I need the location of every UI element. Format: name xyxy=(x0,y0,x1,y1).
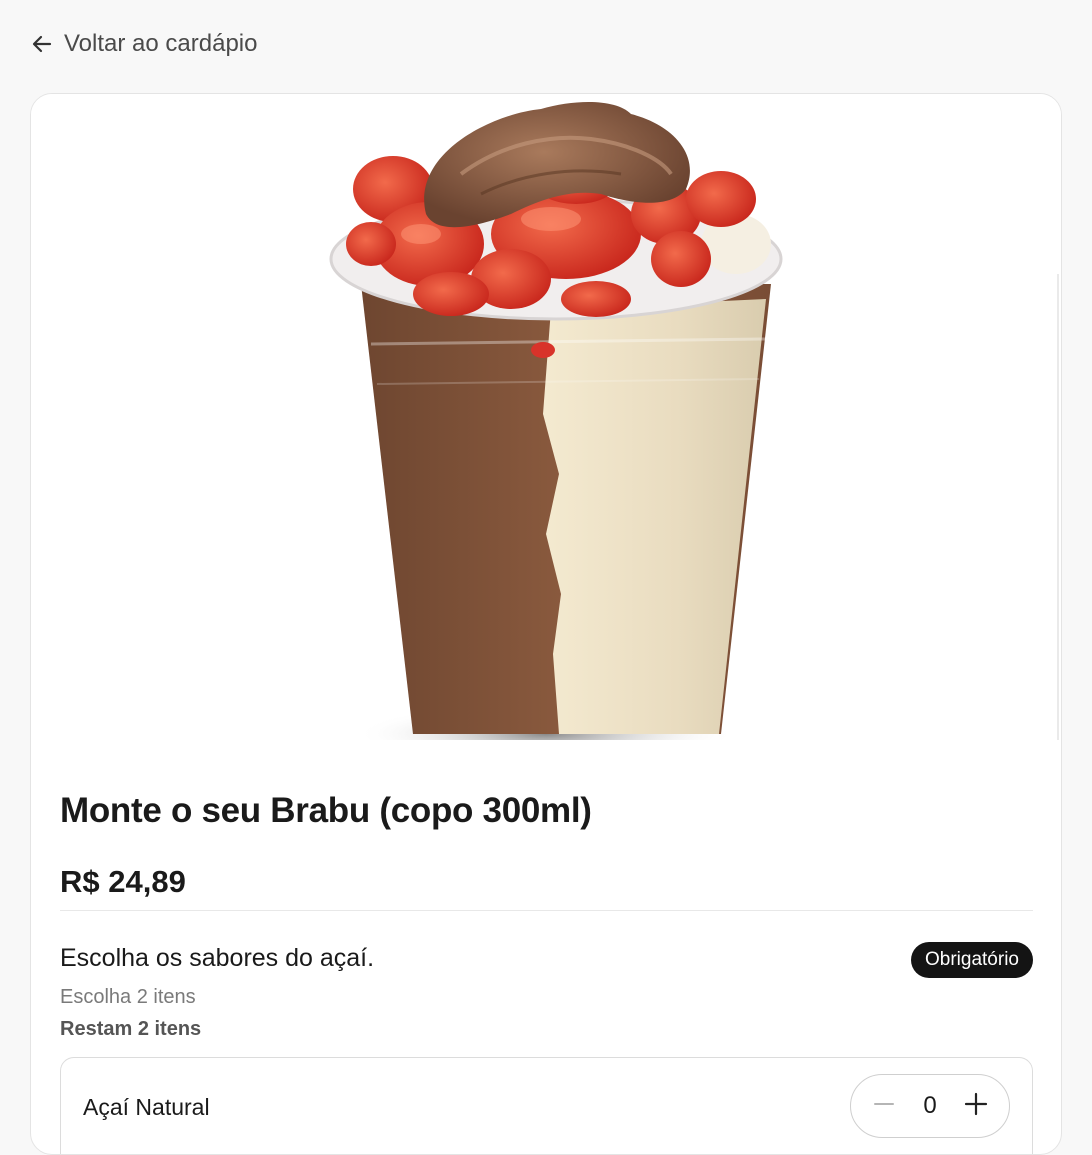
options-group-hint: Escolha 2 itens xyxy=(60,986,196,1008)
product-image xyxy=(31,94,1061,740)
minus-icon xyxy=(873,1093,895,1120)
quantity-value: 0 xyxy=(923,1092,937,1119)
product-title: Monte o seu Brabu (copo 300ml) xyxy=(60,791,592,830)
divider xyxy=(60,910,1033,911)
options-group-remaining: Restam 2 itens xyxy=(60,1018,202,1040)
quantity-stepper: 0 xyxy=(850,1074,1010,1138)
product-price: R$ 24,89 xyxy=(60,864,186,899)
back-to-menu-label: Voltar ao cardápio xyxy=(64,30,258,57)
option-item-acai-natural: Açaí Natural 0 xyxy=(60,1057,1033,1154)
plus-icon xyxy=(964,1092,988,1121)
product-card: Monte o seu Brabu (copo 300ml) R$ 24,89 … xyxy=(30,93,1062,1155)
back-to-menu-link[interactable]: Voltar ao cardápio xyxy=(30,30,257,58)
options-group-title: Escolha os sabores do açaí. xyxy=(60,944,375,972)
required-badge: Obrigatório xyxy=(911,942,1033,978)
arrow-left-icon xyxy=(30,32,54,56)
